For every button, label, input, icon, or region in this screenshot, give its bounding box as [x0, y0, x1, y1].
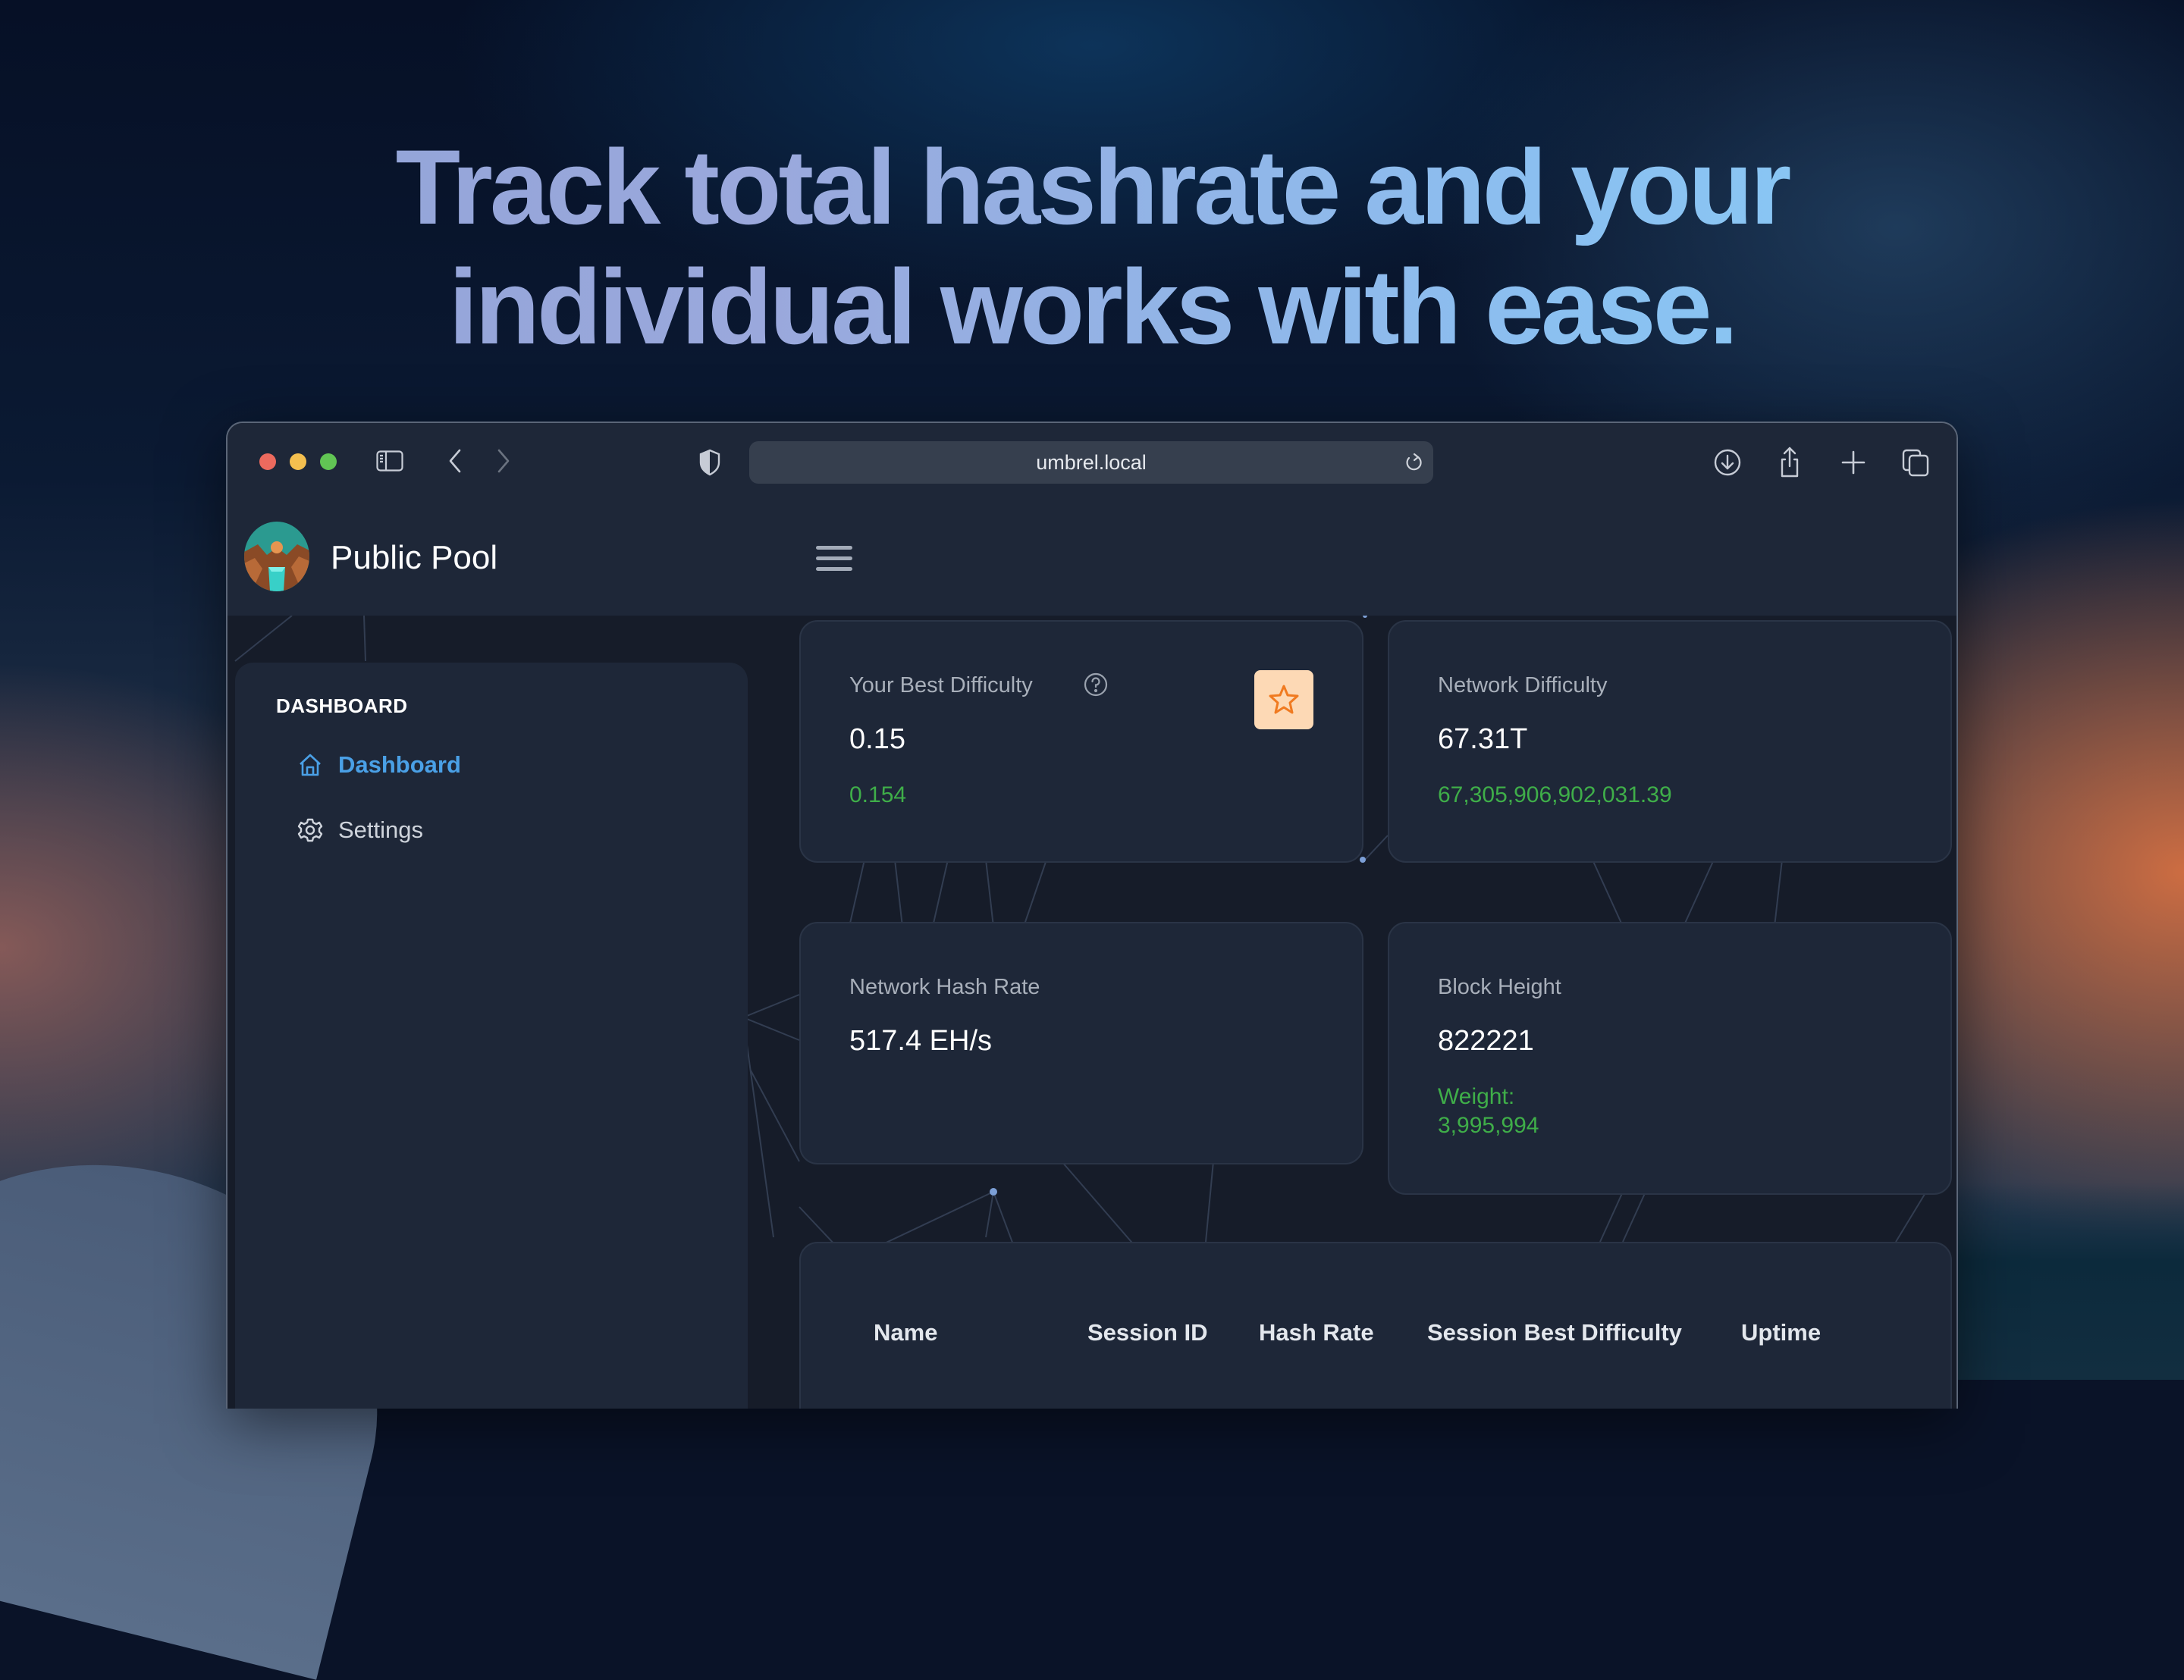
app-header: Public Pool: [228, 502, 1956, 616]
table-header-session-best-difficulty[interactable]: Session Best Difficulty: [1427, 1319, 1682, 1346]
card-value: 517.4 EH/s: [849, 1025, 992, 1057]
sidebar: DASHBOARD Dashboard Settings: [235, 663, 748, 1409]
address-bar[interactable]: umbrel.local: [749, 441, 1433, 484]
sidebar-section-label: DASHBOARD: [276, 694, 408, 717]
card-title: Network Difficulty: [1438, 673, 1608, 697]
help-icon[interactable]: [1083, 672, 1109, 697]
sidebar-toggle-icon[interactable]: [376, 450, 403, 472]
card-title: Your Best Difficulty: [849, 673, 1033, 697]
card-subvalue: 67,305,906,902,031.39: [1438, 782, 1672, 807]
star-badge: [1254, 670, 1313, 729]
reload-icon[interactable]: [1401, 450, 1426, 475]
sidebar-item-dashboard[interactable]: Dashboard: [297, 746, 461, 784]
block-height-card: Block Height 822221 Weight: 3,995,994: [1388, 922, 1952, 1195]
share-icon[interactable]: [1774, 446, 1805, 479]
browser-toolbar: umbrel.local: [228, 423, 1956, 502]
tab-overview-icon[interactable]: [1900, 446, 1931, 479]
close-window-button[interactable]: [259, 453, 276, 470]
card-value: 822221: [1438, 1025, 1534, 1057]
sidebar-item-settings[interactable]: Settings: [297, 811, 423, 849]
back-icon[interactable]: [446, 447, 464, 475]
card-value: 0.15: [849, 723, 905, 755]
headline-line-2: individual works with ease.: [448, 247, 1736, 366]
main-content: DASHBOARD Dashboard Settings Your Best D…: [228, 616, 1956, 1409]
best-difficulty-card: Your Best Difficulty 0.15 0.154: [799, 620, 1363, 863]
background-shade: [1955, 1183, 2184, 1380]
forward-icon[interactable]: [494, 447, 513, 475]
table-header-name[interactable]: Name: [874, 1319, 937, 1346]
table-header-uptime[interactable]: Uptime: [1741, 1319, 1821, 1346]
home-icon: [300, 754, 321, 776]
url-text[interactable]: umbrel.local: [749, 441, 1433, 484]
gear-icon: [297, 818, 323, 842]
card-value: 67.31T: [1438, 723, 1528, 755]
new-tab-icon[interactable]: [1838, 446, 1869, 479]
card-subvalue: 3,995,994: [1438, 1113, 1539, 1138]
logo-illustration-icon: [244, 522, 309, 591]
table-header-session-id[interactable]: Session ID: [1087, 1319, 1208, 1346]
marketing-headline: Track total hashrate and your individual…: [0, 127, 2184, 367]
table-header-hash-rate[interactable]: Hash Rate: [1259, 1319, 1374, 1346]
menu-toggle-button[interactable]: [816, 543, 854, 573]
network-hashrate-card: Network Hash Rate 517.4 EH/s: [799, 922, 1363, 1164]
privacy-shield-icon[interactable]: [699, 449, 720, 476]
sidebar-item-label: Dashboard: [338, 751, 461, 778]
hamburger-line: [816, 556, 852, 560]
hamburger-line: [816, 546, 852, 550]
app-title: Public Pool: [331, 539, 498, 576]
download-icon[interactable]: [1712, 446, 1743, 479]
headline-line-1: Track total hashrate and your: [395, 127, 1789, 246]
minimize-window-button[interactable]: [290, 453, 306, 470]
workers-table-card: Name Session ID Hash Rate Session Best D…: [799, 1242, 1952, 1409]
card-title: Block Height: [1438, 975, 1561, 999]
hamburger-line: [816, 567, 852, 571]
card-title: Network Hash Rate: [849, 975, 1040, 999]
card-subvalue-label: Weight:: [1438, 1084, 1515, 1109]
zoom-window-button[interactable]: [320, 453, 337, 470]
network-difficulty-card: Network Difficulty 67.31T 67,305,906,902…: [1388, 620, 1952, 863]
star-icon: [1269, 685, 1299, 714]
sidebar-item-label: Settings: [338, 816, 424, 843]
card-subvalue: 0.154: [849, 782, 907, 807]
app-logo: [244, 522, 309, 591]
browser-window: umbrel.local Public Pool DASHBOARD Dashb…: [226, 422, 1958, 1409]
